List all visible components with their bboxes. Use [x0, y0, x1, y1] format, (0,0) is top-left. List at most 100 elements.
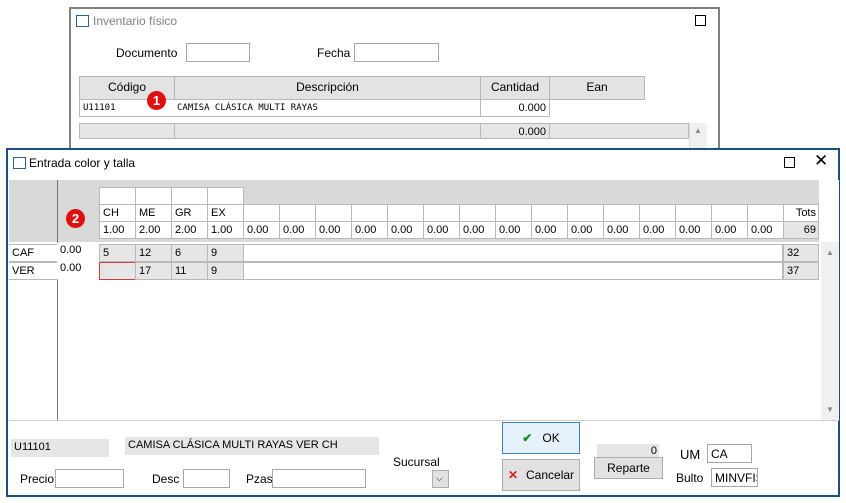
row-remaining-cells[interactable]: [243, 262, 783, 280]
factor-cell[interactable]: 0.00: [495, 221, 532, 239]
size-grid: 2 CH ME GR EX 1.00 2.00 2.00 1.00 0.00 0.00 0.00 0.…: [9, 180, 839, 420]
footer-divider: [9, 420, 839, 421]
size-name-cell: EX: [207, 204, 244, 222]
factor-cell[interactable]: 0.00: [603, 221, 640, 239]
factor-cell[interactable]: 0.00: [747, 221, 784, 239]
bulto-input[interactable]: MINVFIS: [711, 468, 758, 487]
size-name-cell: [351, 204, 388, 222]
size-name-cell: [675, 204, 712, 222]
size-name-cell: [495, 204, 532, 222]
row-tot-cell: 32: [783, 244, 819, 262]
size-blank-cell: [171, 187, 208, 205]
fecha-input[interactable]: [354, 43, 439, 62]
maximize-icon[interactable]: [784, 157, 795, 168]
factor-cell[interactable]: 0.00: [387, 221, 424, 239]
factor-cell[interactable]: 0.00: [675, 221, 712, 239]
row-color-label: CAF: [9, 244, 58, 262]
fecha-label: Fecha: [317, 46, 351, 60]
size-blank-cell: [99, 187, 136, 205]
factor-cell[interactable]: 0.00: [567, 221, 604, 239]
checkmark-icon: ✔: [522, 431, 533, 445]
qty-cell[interactable]: 17: [135, 262, 172, 280]
inventario-window: Inventario físico Documento Fecha Código…: [69, 7, 720, 157]
row-color-label: VER: [9, 262, 58, 280]
grid-left-divider: [57, 180, 58, 420]
factor-cell[interactable]: 0.00: [351, 221, 388, 239]
scroll-up-icon[interactable]: ▲: [826, 248, 834, 257]
entrada-color-talla-dialog: Entrada color y talla ✕ 2 CH ME GR EX 1.00 2.…: [6, 148, 840, 497]
cancel-button[interactable]: ✕ Cancelar: [502, 459, 580, 491]
total-row-cantidad: 0.000: [480, 123, 550, 139]
scroll-down-icon[interactable]: ▼: [826, 405, 834, 414]
qty-cell[interactable]: [99, 262, 136, 280]
size-name-cell: [459, 204, 496, 222]
factor-cell[interactable]: 0.00: [459, 221, 496, 239]
size-name-cell: [711, 204, 748, 222]
factor-cell[interactable]: 0.00: [315, 221, 352, 239]
col-header-ean[interactable]: Ean: [549, 76, 645, 100]
size-name-cell: [423, 204, 460, 222]
size-name-cell: [639, 204, 676, 222]
ok-button-label: OK: [542, 431, 560, 445]
descripcion-cell[interactable]: CAMISA CLÁSICA MULTI RAYAS: [174, 99, 481, 117]
size-name-cell: CH: [99, 204, 136, 222]
reparte-value: 0: [597, 444, 659, 458]
pzas-input[interactable]: [272, 469, 366, 488]
dialog-icon: [13, 157, 26, 169]
product-description: CAMISA CLÁSICA MULTI RAYAS VER CH: [125, 437, 379, 455]
col-header-descripcion[interactable]: Descripción: [174, 76, 481, 100]
size-name-cell: GR: [171, 204, 208, 222]
factor-cell[interactable]: 0.00: [531, 221, 568, 239]
qty-cell[interactable]: 12: [135, 244, 172, 262]
reparte-button[interactable]: Reparte: [594, 457, 663, 479]
pzas-label: Pzas: [246, 472, 273, 486]
qty-cell[interactable]: 9: [207, 262, 244, 280]
factor-cell[interactable]: 1.00: [207, 221, 244, 239]
factor-cell[interactable]: 0.00: [639, 221, 676, 239]
um-input[interactable]: CA: [707, 444, 752, 463]
cantidad-cell[interactable]: 0.000: [480, 99, 550, 117]
tots-header: Tots: [783, 204, 819, 222]
col-header-cantidad[interactable]: Cantidad: [480, 76, 550, 100]
size-name-cell: [315, 204, 352, 222]
scroll-up-icon[interactable]: ▲: [694, 126, 702, 135]
row-tot-cell: 37: [783, 262, 819, 280]
desc-input[interactable]: [183, 469, 230, 488]
size-name-cell: [567, 204, 604, 222]
precio-label: Precio: [20, 472, 55, 486]
size-name-cell: [243, 204, 280, 222]
qty-cell[interactable]: 9: [207, 244, 244, 262]
factor-cell[interactable]: 0.00: [243, 221, 280, 239]
row-price-cell[interactable]: 0.00: [57, 243, 100, 261]
um-label: UM: [680, 447, 701, 462]
precio-input[interactable]: [55, 469, 124, 488]
size-blank-cell: [207, 187, 244, 205]
total-row-ean: [549, 123, 689, 139]
qty-cell[interactable]: 11: [171, 262, 208, 280]
size-name-cell: [387, 204, 424, 222]
factor-cell[interactable]: 2.00: [171, 221, 208, 239]
row-price-cell[interactable]: 0.00: [57, 261, 100, 279]
factor-cell[interactable]: 1.00: [99, 221, 136, 239]
factor-cell[interactable]: 0.00: [279, 221, 316, 239]
close-icon[interactable]: ✕: [814, 151, 828, 171]
factor-cell[interactable]: 0.00: [711, 221, 748, 239]
size-name-cell: [747, 204, 784, 222]
size-name-cell: [603, 204, 640, 222]
total-row-code: [79, 123, 175, 139]
scrollbar-grid[interactable]: ▲ ▼: [821, 242, 839, 420]
factor-cell[interactable]: 0.00: [423, 221, 460, 239]
sucursal-label: Sucursal: [393, 455, 440, 469]
window-title: Inventario físico: [93, 14, 178, 28]
desc-label: Desc: [152, 472, 180, 486]
product-code: U11101: [11, 439, 109, 457]
qty-cell[interactable]: 5: [99, 244, 136, 262]
maximize-icon[interactable]: [695, 15, 706, 26]
step-badge-2: 2: [66, 209, 85, 228]
factor-cell[interactable]: 2.00: [135, 221, 172, 239]
qty-cell[interactable]: 6: [171, 244, 208, 262]
ok-button[interactable]: ✔ OK: [502, 422, 580, 454]
sucursal-dropdown[interactable]: ⌵: [432, 470, 449, 488]
row-remaining-cells[interactable]: [243, 244, 783, 262]
documento-input[interactable]: [186, 43, 250, 62]
